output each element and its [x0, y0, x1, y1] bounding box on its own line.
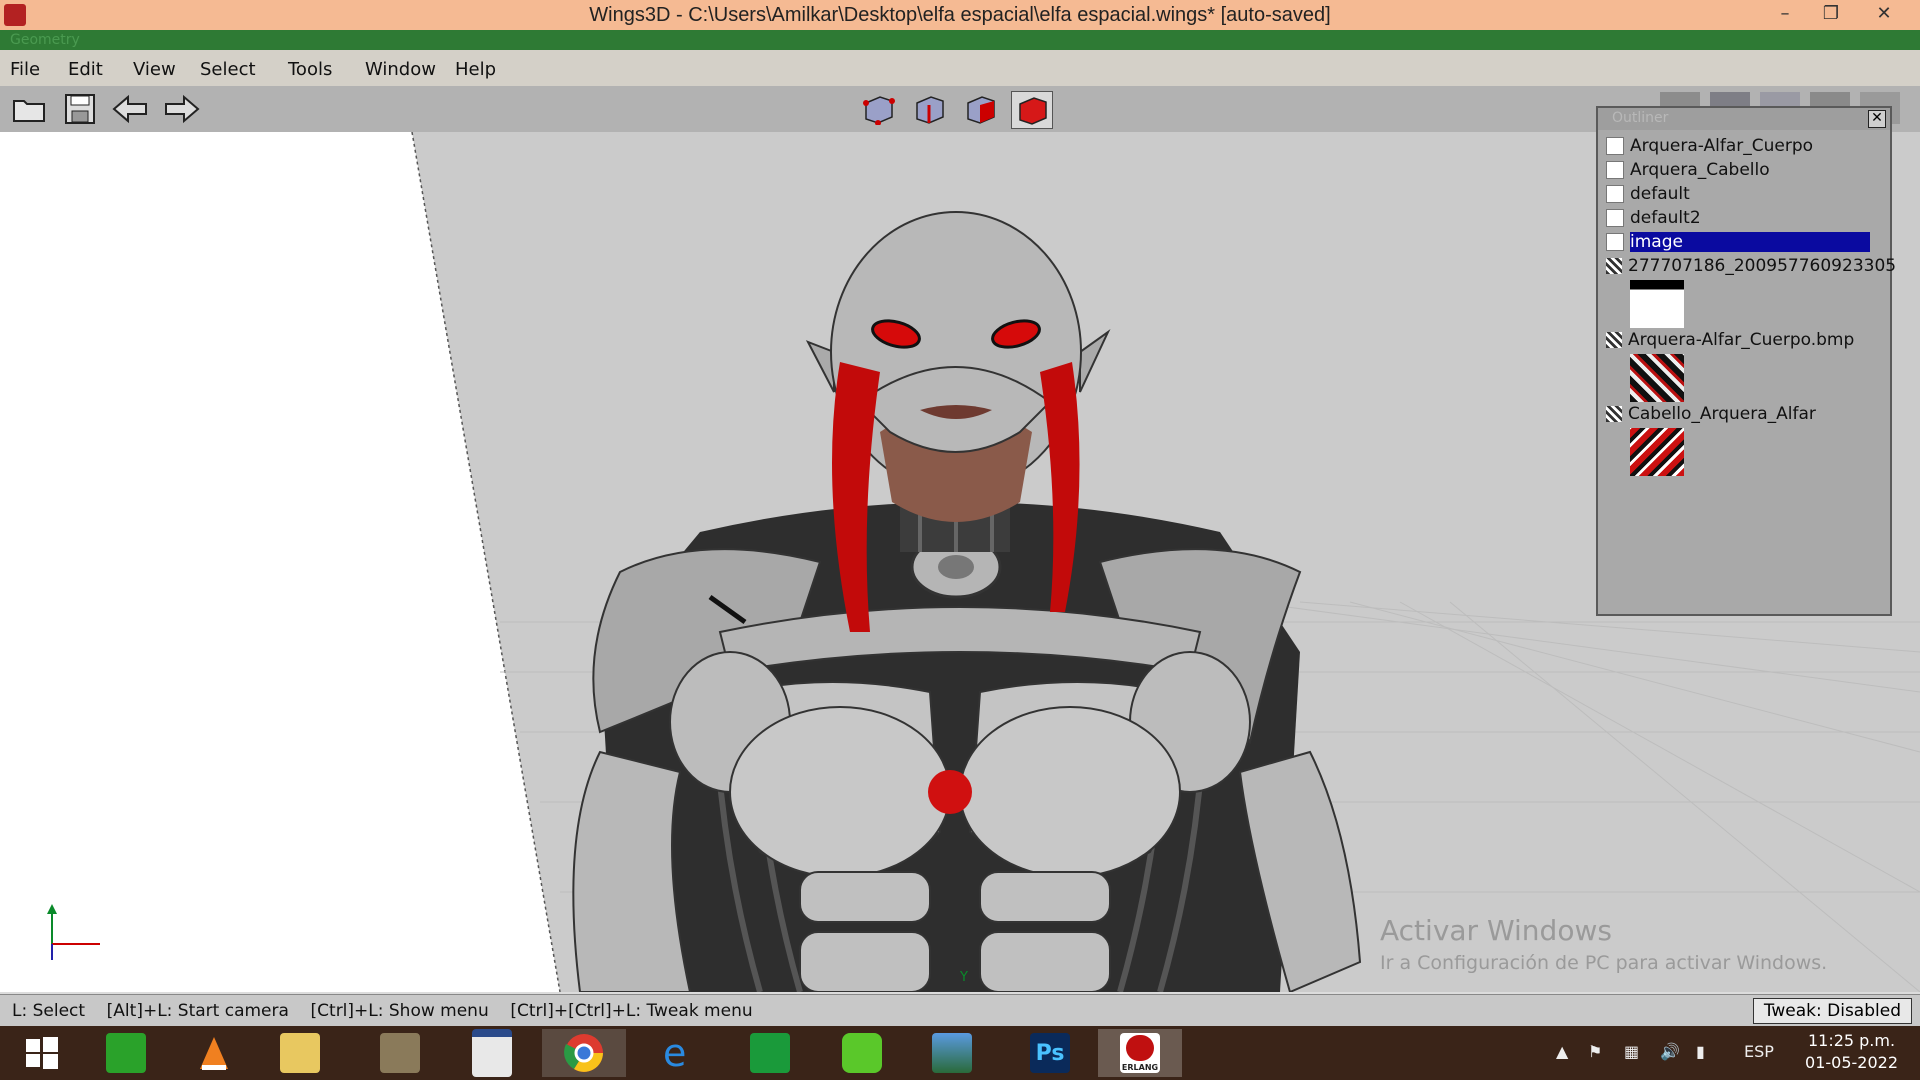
window-app-icon[interactable]	[450, 1029, 534, 1077]
window-title: Wings3D - C:\Users\Amilkar\Desktop\elfa …	[589, 4, 1331, 26]
erlang-label: ERLANG	[1121, 1063, 1159, 1072]
menu-help[interactable]: Help	[455, 59, 496, 80]
menu-tools[interactable]: Tools	[288, 59, 332, 80]
clock-time: 11:25 p.m.	[1807, 1031, 1896, 1050]
outliner-material-item[interactable]: Arquera-Alfar_Cuerpo	[1606, 136, 1813, 158]
material-checkbox[interactable]	[1606, 185, 1624, 203]
outliner-material-item[interactable]: default	[1606, 184, 1690, 206]
tweak-status-badge[interactable]: Tweak: Disabled	[1752, 998, 1912, 1024]
vertex-mode-icon[interactable]	[858, 91, 898, 127]
windows-start-icon[interactable]	[0, 1029, 84, 1077]
language-indicator[interactable]: ESP	[1744, 1042, 1774, 1061]
save-icon[interactable]	[60, 91, 100, 127]
image-icon	[1606, 332, 1622, 348]
material-checkbox[interactable]	[1606, 137, 1624, 155]
file-explorer-icon[interactable]	[258, 1029, 342, 1077]
material-checkbox[interactable]	[1606, 233, 1624, 251]
geometry-label: Geometry	[10, 32, 80, 48]
image-label: 277707186_200957760923305	[1628, 256, 1897, 276]
menu-window[interactable]: Window	[365, 59, 436, 80]
chrome-icon[interactable]	[542, 1029, 626, 1077]
tray-network-icon[interactable]: ▦	[1624, 1042, 1639, 1061]
material-label: Arquera-Alfar_Cuerpo	[1630, 136, 1814, 156]
store-icon[interactable]	[84, 1029, 168, 1077]
outliner-image-item[interactable]: 277707186_200957760923305	[1606, 256, 1896, 278]
body-mode-icon[interactable]	[1011, 91, 1053, 129]
character-model	[572, 211, 1362, 992]
mouse-hints: L: Select [Alt]+L: Start camera [Ctrl]+L…	[12, 1001, 753, 1021]
activation-watermark-subtitle: Ir a Configuración de PC para activar Wi…	[1380, 952, 1828, 974]
menu-file[interactable]: File	[10, 59, 40, 80]
menu-select[interactable]: Select	[200, 59, 256, 80]
menu-view[interactable]: View	[133, 59, 176, 80]
vlc-icon[interactable]	[172, 1029, 256, 1077]
outliner-image-item[interactable]: Cabello_Arquera_Alfar	[1606, 404, 1816, 426]
edge-mode-icon[interactable]	[909, 91, 949, 127]
close-button[interactable]: ✕	[1856, 0, 1912, 30]
clock-date: 01-05-2022	[1805, 1053, 1898, 1072]
image-icon	[1606, 406, 1622, 422]
image-thumbnail[interactable]	[1630, 354, 1684, 402]
taskbar-clock[interactable]: 11:25 p.m. 01-05-2022	[1805, 1030, 1898, 1074]
scroll-app-icon[interactable]	[358, 1029, 442, 1077]
image-label: Arquera-Alfar_Cuerpo.bmp	[1628, 330, 1855, 350]
activation-watermark-title: Activar Windows	[1380, 914, 1612, 947]
geometry-window-strip: Geometry	[0, 30, 1920, 50]
material-label: default	[1630, 184, 1690, 204]
taskbar: e Ps ERLANG ▲ ⚑ ▦ 🔊 ▮ ESP 11:25 p.m. 01-…	[0, 1026, 1920, 1080]
image-label: Cabello_Arquera_Alfar	[1628, 404, 1816, 424]
y-axis-label: Y	[960, 970, 968, 985]
internet-explorer-icon[interactable]: e	[636, 1029, 720, 1077]
tray-power-icon[interactable]: ▮	[1696, 1042, 1705, 1061]
undo-arrow-icon[interactable]	[110, 91, 150, 127]
tray-volume-icon[interactable]: 🔊	[1660, 1042, 1680, 1061]
tray-expand-icon[interactable]: ▲	[1556, 1042, 1568, 1061]
outliner-header[interactable]: Outliner ✕	[1598, 108, 1890, 130]
photo-viewer-icon[interactable]	[910, 1029, 994, 1077]
outliner-material-item[interactable]: Arquera_Cabello	[1606, 160, 1770, 182]
image-icon	[1606, 258, 1622, 274]
outliner-title: Outliner	[1612, 110, 1669, 126]
restore-button[interactable]: ❐	[1808, 0, 1854, 30]
title-bar: Wings3D - C:\Users\Amilkar\Desktop\elfa …	[0, 0, 1920, 30]
material-label: image	[1630, 232, 1870, 252]
material-checkbox[interactable]	[1606, 209, 1624, 227]
open-folder-icon[interactable]	[10, 91, 50, 127]
minimize-button[interactable]: –	[1762, 0, 1808, 30]
erlang-icon[interactable]: ERLANG	[1098, 1029, 1182, 1077]
face-mode-icon[interactable]	[960, 91, 1000, 127]
outliner-material-item[interactable]: default2	[1606, 208, 1701, 230]
material-label: Arquera_Cabello	[1630, 160, 1770, 180]
image-thumbnail[interactable]	[1630, 280, 1684, 328]
status-bar: L: Select [Alt]+L: Start camera [Ctrl]+L…	[0, 994, 1920, 1027]
photoshop-label: Ps	[1030, 1033, 1070, 1073]
outliner-material-item-selected[interactable]: image	[1606, 232, 1870, 254]
outliner-image-item[interactable]: Arquera-Alfar_Cuerpo.bmp	[1606, 330, 1854, 352]
menu-bar: File Edit View Select Tools Window Help	[0, 50, 1920, 87]
redo-arrow-icon[interactable]	[162, 91, 202, 127]
material-label: default2	[1630, 208, 1701, 228]
outliner-close-icon[interactable]: ✕	[1868, 110, 1886, 128]
outliner-panel: Outliner ✕ Arquera-Alfar_Cuerpo Arquera_…	[1596, 106, 1896, 616]
calculator-icon[interactable]	[728, 1029, 812, 1077]
image-thumbnail[interactable]	[1630, 428, 1684, 476]
tray-flag-icon[interactable]: ⚑	[1588, 1042, 1602, 1061]
photoshop-icon[interactable]: Ps	[1008, 1029, 1092, 1077]
material-checkbox[interactable]	[1606, 161, 1624, 179]
wifi-app-icon[interactable]	[820, 1029, 904, 1077]
reference-image-plane	[0, 132, 560, 992]
menu-edit[interactable]: Edit	[68, 59, 103, 80]
svg-text:e: e	[663, 1032, 686, 1074]
